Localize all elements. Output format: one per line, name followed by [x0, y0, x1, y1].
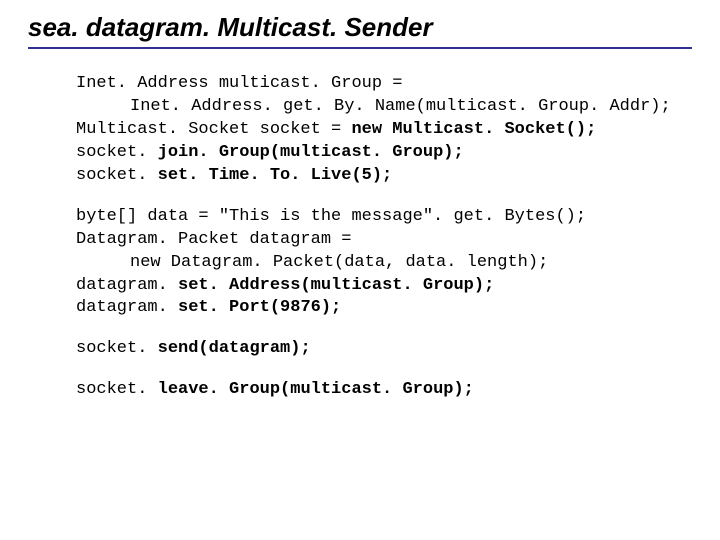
code-bold: set. Address(multicast. Group); — [178, 276, 494, 295]
code-bold: set. Time. To. Live(5); — [158, 166, 393, 185]
code-text: datagram. — [76, 276, 178, 295]
code-line: socket. send(datagram); — [76, 338, 692, 361]
code-text: socket. — [76, 380, 158, 399]
code-bold: leave. Group(multicast. Group); — [158, 380, 474, 399]
code-bold: new Multicast. Socket(); — [351, 120, 596, 139]
code-text: datagram. — [76, 298, 178, 317]
code-line: Inet. Address multicast. Group = — [76, 73, 692, 96]
code-line: Datagram. Packet datagram = — [76, 229, 692, 252]
code-bold: set. Port(9876); — [178, 298, 341, 317]
code-line: socket. leave. Group(multicast. Group); — [76, 379, 692, 402]
code-text: Multicast. Socket socket = — [76, 120, 351, 139]
code-line: socket. join. Group(multicast. Group); — [76, 142, 692, 165]
code-block: Inet. Address multicast. Group = Inet. A… — [76, 73, 692, 402]
slide-title: sea. datagram. Multicast. Sender — [28, 12, 692, 49]
code-line: datagram. set. Address(multicast. Group)… — [76, 275, 692, 298]
code-text: socket. — [76, 143, 158, 162]
code-bold: join. Group(multicast. Group); — [158, 143, 464, 162]
code-line: datagram. set. Port(9876); — [76, 297, 692, 320]
code-text: socket. — [76, 166, 158, 185]
code-line: socket. set. Time. To. Live(5); — [76, 165, 692, 188]
code-bold: send(datagram); — [158, 339, 311, 358]
code-line: byte[] data = "This is the message". get… — [76, 206, 692, 229]
code-line: Inet. Address. get. By. Name(multicast. … — [76, 96, 692, 119]
code-text: socket. — [76, 339, 158, 358]
code-line: Multicast. Socket socket = new Multicast… — [76, 119, 692, 142]
code-line: new Datagram. Packet(data, data. length)… — [76, 252, 692, 275]
